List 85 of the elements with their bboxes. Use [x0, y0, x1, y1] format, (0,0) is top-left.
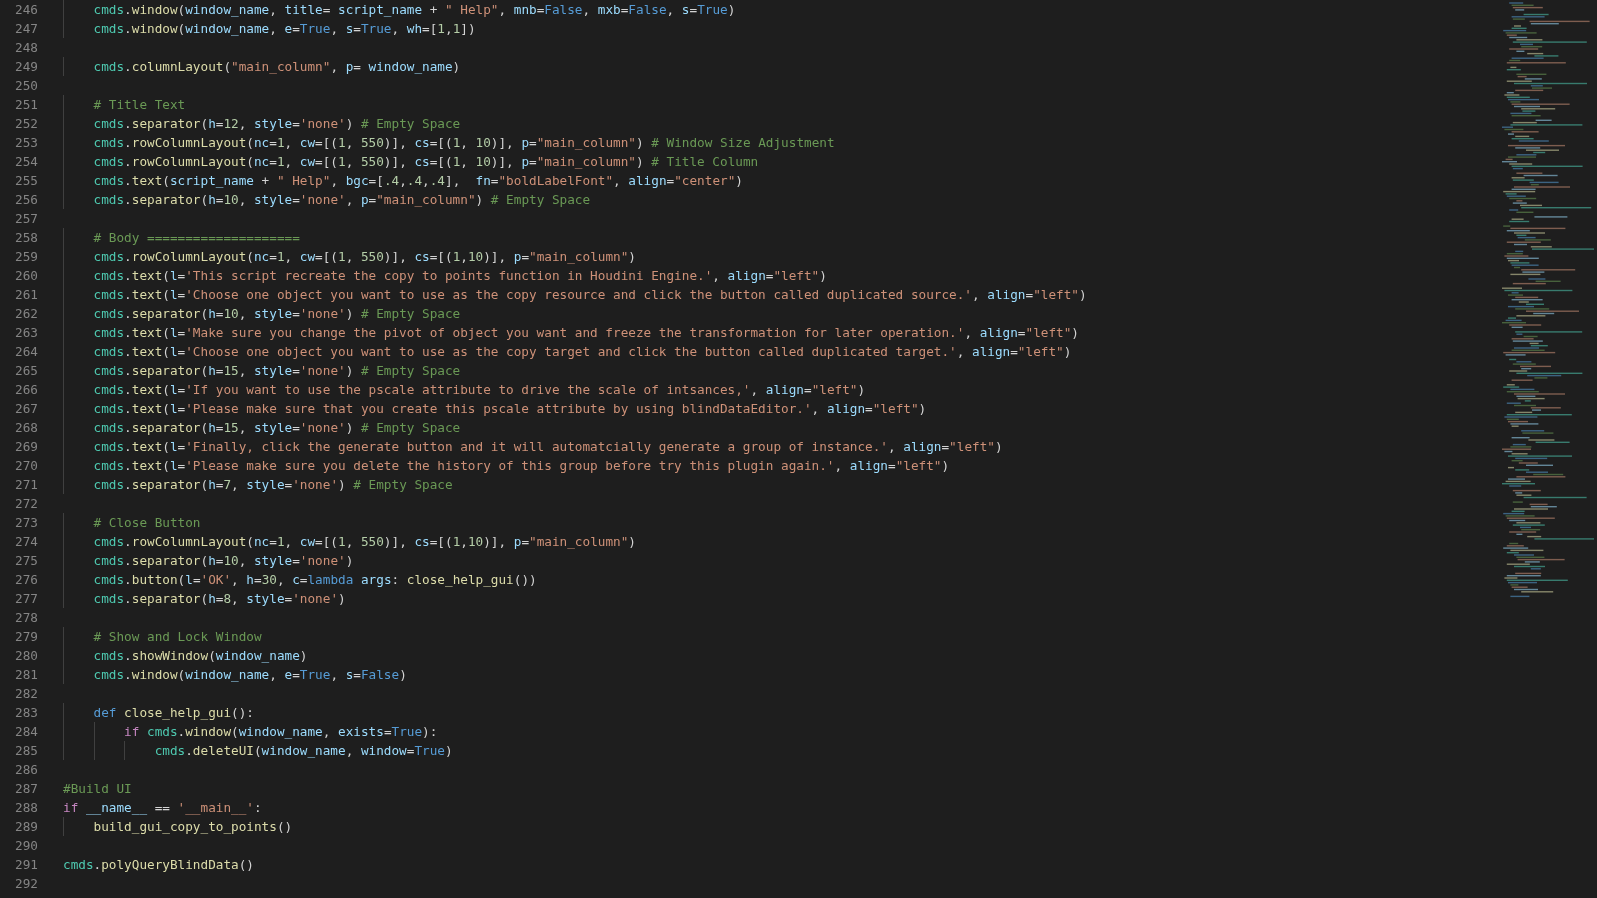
- line-number: 247: [14, 20, 38, 38]
- line-number: 278: [14, 609, 38, 627]
- code-line: cmds.rowColumnLayout(nc=1, cw=[(1, 550)], cs=[(1,10)], p="main_column"): [92, 249, 636, 264]
- line-number: 253: [14, 134, 38, 152]
- line-number: 258: [14, 229, 38, 247]
- code-line: cmds.columnLayout("main_column", p= window_name): [92, 59, 461, 74]
- code-line: cmds.text(l='Choose one object you want to use as the copy target and click the button called duplicated target.', align="left"): [92, 344, 1072, 359]
- code-line: cmds.deleteUI(window_name, window=True): [153, 743, 453, 758]
- line-number: 251: [14, 96, 38, 114]
- line-number: 288: [14, 799, 38, 817]
- code-line: cmds.rowColumnLayout(nc=1, cw=[(1, 550)], cs=[(1,10)], p="main_column"): [92, 534, 636, 549]
- code-line: cmds.text(l='Please make sure that you create this pscale attribute by using blindDataEditor.', align="left"): [92, 401, 927, 416]
- line-number: 270: [14, 457, 38, 475]
- code-line: cmds.separator(h=15, style='none') # Empty Space: [92, 420, 461, 435]
- line-number: 254: [14, 153, 38, 171]
- code-line: cmds.polyQueryBlindData(): [63, 857, 254, 872]
- line-number: 257: [14, 210, 38, 228]
- code-line: cmds.text(l='Finally, click the generate button and it will automatcially generate a group of instance.', align="left"): [92, 439, 1003, 454]
- line-number: 255: [14, 172, 38, 190]
- line-number: 267: [14, 400, 38, 418]
- code-line: if cmds.window(window_name, exists=True):: [123, 724, 438, 739]
- code-line: # Close Button: [92, 515, 201, 530]
- code-line: cmds.text(l='This script recreate the copy to points function in Houdini Engine.', align="left"): [92, 268, 827, 283]
- line-number: 287: [14, 780, 38, 798]
- line-number: 274: [14, 533, 38, 551]
- code-line: #Build UI: [63, 781, 132, 796]
- line-number: 279: [14, 628, 38, 646]
- code-line: cmds.separator(h=7, style='none') # Empty Space: [92, 477, 453, 492]
- code-line: # Title Text: [92, 97, 186, 112]
- line-number: 250: [14, 77, 38, 95]
- line-number: 265: [14, 362, 38, 380]
- code-line: cmds.window(window_name, e=True, s=False): [92, 667, 407, 682]
- line-number: 268: [14, 419, 38, 437]
- line-number: 282: [14, 685, 38, 703]
- line-number: 277: [14, 590, 38, 608]
- code-line: build_gui_copy_to_points(): [92, 819, 293, 834]
- line-number: 273: [14, 514, 38, 532]
- code-line: cmds.text(l='If you want to use the pscale attribute to drive the scale of intsances,', align="left"): [92, 382, 866, 397]
- line-number: 276: [14, 571, 38, 589]
- line-number: 271: [14, 476, 38, 494]
- line-number: 249: [14, 58, 38, 76]
- line-number: 260: [14, 267, 38, 285]
- code-line: cmds.window(window_name, title= script_name + " Help", mnb=False, mxb=False, s=True): [92, 2, 736, 17]
- code-line: cmds.rowColumnLayout(nc=1, cw=[(1, 550)], cs=[(1, 10)], p="main_column") # Title Column: [92, 154, 759, 169]
- line-number: 246: [14, 1, 38, 19]
- line-number: 259: [14, 248, 38, 266]
- code-line: cmds.separator(h=8, style='none'): [92, 591, 346, 606]
- code-line: cmds.text(l='Choose one object you want to use as the copy resource and click the button called duplicated source.', align="left"): [92, 287, 1087, 302]
- code-line: cmds.text(l='Make sure you change the pivot of object you want and freeze the transformation for later operation.', align="left"): [92, 325, 1079, 340]
- code-line: cmds.text(l='Please make sure you delete the history of this group before try this plugin again.', align="left"): [92, 458, 950, 473]
- line-number: 281: [14, 666, 38, 684]
- line-number: 262: [14, 305, 38, 323]
- line-number: 266: [14, 381, 38, 399]
- line-number: 291: [14, 856, 38, 874]
- code-line: # Show and Lock Window: [92, 629, 262, 644]
- code-line: def close_help_gui():: [92, 705, 254, 720]
- line-number: 285: [14, 742, 38, 760]
- line-number: 283: [14, 704, 38, 722]
- code-line: cmds.window(window_name, e=True, s=True, wh=[1,1]): [92, 21, 476, 36]
- code-line: cmds.separator(h=15, style='none') # Empty Space: [92, 363, 461, 378]
- line-number: 275: [14, 552, 38, 570]
- code-line: cmds.button(l='OK', h=30, c=lambda args: close_help_gui()): [92, 572, 537, 587]
- line-number: 286: [14, 761, 38, 779]
- code-line: # Body ====================: [92, 230, 300, 245]
- code-line: cmds.showWindow(window_name): [92, 648, 308, 663]
- line-number: 264: [14, 343, 38, 361]
- line-number: 263: [14, 324, 38, 342]
- code-line: cmds.separator(h=10, style='none'): [92, 553, 354, 568]
- code-line: cmds.separator(h=12, style='none') # Empty Space: [92, 116, 461, 131]
- line-number: 256: [14, 191, 38, 209]
- line-number: 292: [14, 875, 38, 893]
- line-number: 284: [14, 723, 38, 741]
- code-line: cmds.text(script_name + " Help", bgc=[.4,.4,.4], fn="boldLabelFont", align="center"): [92, 173, 743, 188]
- line-number: 289: [14, 818, 38, 836]
- code-line: if __name__ == '__main__':: [63, 800, 262, 815]
- line-number: 290: [14, 837, 38, 855]
- line-number: 269: [14, 438, 38, 456]
- line-number: 252: [14, 115, 38, 133]
- line-number: 261: [14, 286, 38, 304]
- line-number: 272: [14, 495, 38, 513]
- code-line: cmds.separator(h=10, style='none') # Empty Space: [92, 306, 461, 321]
- line-number: 248: [14, 39, 38, 57]
- line-number: 280: [14, 647, 38, 665]
- code-line: cmds.separator(h=10, style='none', p="main_column") # Empty Space: [92, 192, 591, 207]
- code-line: cmds.rowColumnLayout(nc=1, cw=[(1, 550)], cs=[(1, 10)], p="main_column") # Window Size Adjustment: [92, 135, 835, 150]
